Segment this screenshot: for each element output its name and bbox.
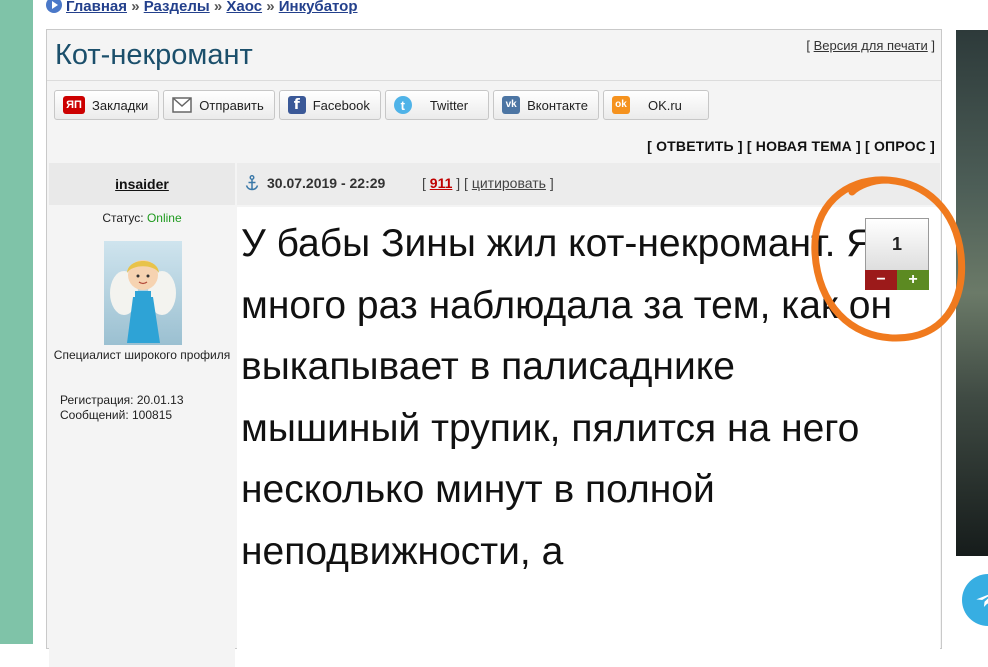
post-text: У бабы Зины жил кот-некромант. Я много р… bbox=[241, 222, 893, 573]
post-rating: 1 − + bbox=[865, 218, 929, 290]
message-count: Сообщений: 100815 bbox=[60, 408, 173, 422]
angel-figurine-image bbox=[110, 260, 176, 343]
page-title: Кот-некромант bbox=[55, 39, 253, 71]
share-button-label: Facebook bbox=[312, 97, 370, 113]
author-sidebar: Статус: Online Специалист широкого профи… bbox=[49, 207, 235, 667]
forum-topic: Кот-некромант [ Версия для печати ] ЯП З… bbox=[46, 29, 942, 667]
post-meta: 30.07.2019 - 22:29 bbox=[245, 175, 385, 191]
breadcrumb-incubator[interactable]: Инкубатор bbox=[279, 0, 358, 15]
avatar bbox=[104, 241, 182, 345]
side-banner-image bbox=[956, 30, 988, 556]
vk-icon: vk bbox=[502, 96, 521, 114]
telegram-icon bbox=[976, 594, 988, 607]
print-version-link[interactable]: Версия для печати bbox=[814, 38, 928, 53]
poll-button[interactable]: ОПРОС bbox=[874, 138, 926, 154]
share-vk-button[interactable]: vk Вконтакте bbox=[493, 90, 599, 120]
reply-count-link[interactable]: 911 bbox=[430, 175, 453, 191]
breadcrumb-separator: » bbox=[131, 0, 140, 15]
breadcrumb-separator: » bbox=[213, 0, 223, 15]
share-email-button[interactable]: Отправить bbox=[163, 90, 275, 120]
left-edge-strip bbox=[0, 0, 33, 644]
facebook-icon: f bbox=[287, 96, 306, 114]
share-twitter-button[interactable]: t Twitter bbox=[384, 90, 490, 120]
topic-header: Кот-некромант [ Версия для печати ] bbox=[47, 30, 941, 81]
breadcrumb: Главная » Разделы » Хаос » Инкубатор bbox=[46, 0, 358, 15]
post-actions: [ ОТВЕТИТЬ ] [ НОВАЯ ТЕМА ] [ ОПРОС ] bbox=[647, 138, 935, 154]
status-label: Статус: bbox=[102, 211, 144, 225]
breadcrumb-sections[interactable]: Разделы bbox=[144, 0, 210, 15]
breadcrumb-home[interactable]: Главная bbox=[66, 0, 127, 15]
breadcrumb-arrow-icon bbox=[46, 0, 62, 13]
share-button-label: Отправить bbox=[199, 97, 264, 113]
anchor-icon[interactable] bbox=[245, 175, 259, 191]
registration-date: Регистрация: 20.01.13 bbox=[60, 393, 184, 407]
breadcrumb-separator: » bbox=[266, 0, 275, 15]
post-links: [ 911 ] [ цитировать ] bbox=[422, 175, 554, 191]
new-topic-button[interactable]: НОВАЯ ТЕМА bbox=[756, 138, 852, 154]
share-button-label: Twitter bbox=[429, 97, 469, 113]
share-bookmarks-button[interactable]: ЯП Закладки bbox=[54, 90, 160, 120]
post-date: 30.07.2019 - 22:29 bbox=[267, 175, 386, 191]
twitter-icon: t bbox=[393, 96, 412, 114]
breadcrumb-chaos[interactable]: Хаос bbox=[226, 0, 262, 15]
share-facebook-button[interactable]: f Facebook bbox=[278, 90, 381, 120]
telegram-share-button[interactable] bbox=[962, 574, 988, 626]
share-bar: ЯП Закладки Отправить f Facebook t Twitt… bbox=[54, 90, 709, 122]
share-button-label: Вконтакте bbox=[527, 97, 588, 113]
vote-up-button[interactable]: + bbox=[897, 270, 929, 290]
yandex-bookmarks-icon: ЯП bbox=[63, 96, 85, 114]
odnoklassniki-icon: ok bbox=[611, 96, 630, 114]
vote-down-button[interactable]: − bbox=[865, 270, 897, 290]
share-button-label: Закладки bbox=[92, 97, 149, 113]
rating-count: 1 bbox=[865, 218, 929, 270]
share-ok-button[interactable]: ok OK.ru bbox=[602, 90, 709, 120]
reply-button[interactable]: ОТВЕТИТЬ bbox=[656, 138, 734, 154]
author-rank: Специалист широкого профиля bbox=[53, 348, 231, 362]
rating-buttons: − + bbox=[865, 270, 929, 290]
post-body: У бабы Зины жил кот-некромант. Я много р… bbox=[237, 207, 940, 667]
post-author-header: insaider bbox=[49, 163, 235, 205]
mail-envelope-icon bbox=[172, 97, 193, 113]
print-version: [ Версия для печати ] bbox=[806, 38, 935, 53]
share-button-label: OK.ru bbox=[647, 97, 682, 113]
quote-link[interactable]: цитировать bbox=[472, 175, 546, 191]
status-badge: Online bbox=[146, 211, 182, 225]
author-link[interactable]: insaider bbox=[115, 176, 169, 192]
post-meta-header: 30.07.2019 - 22:29 [ 911 ] [ цитировать … bbox=[237, 163, 940, 205]
author-stats: Регистрация: 20.01.13 Сообщений: 100815 bbox=[60, 393, 184, 423]
author-status: Статус: Online bbox=[49, 211, 235, 225]
